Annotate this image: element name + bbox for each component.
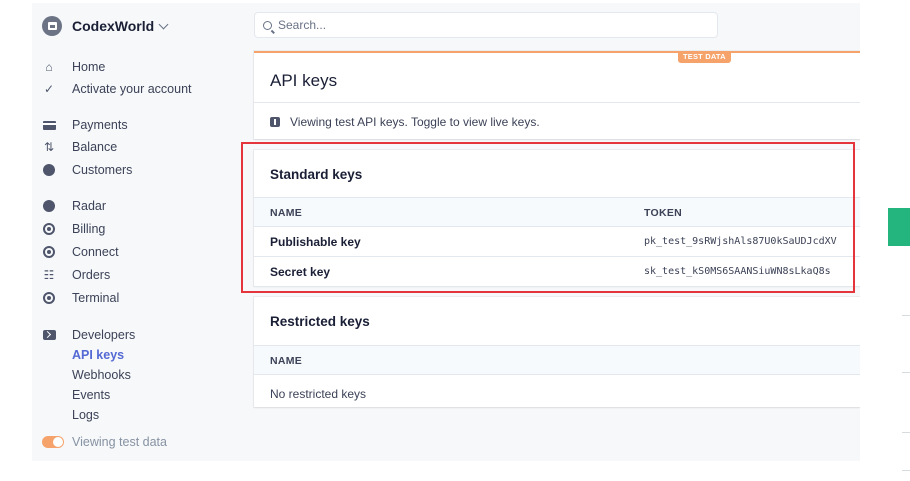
sidebar-item-label: Connect: [72, 245, 119, 259]
developers-terminal-icon: [42, 328, 56, 342]
search-icon: [263, 20, 272, 30]
sidebar-item-billing[interactable]: Billing: [42, 219, 105, 239]
sidebar-item-label: Developers: [72, 328, 136, 342]
key-name: Secret key: [270, 265, 331, 279]
sidebar-item-label: Orders: [72, 268, 111, 282]
payments-icon: [42, 118, 56, 132]
home-icon: ⌂: [45, 60, 53, 74]
empty-state-text: No restricted keys: [270, 387, 367, 401]
account-switcher[interactable]: CodexWorld: [42, 13, 169, 39]
billing-icon: [42, 222, 56, 236]
sidebar-item-home[interactable]: ⌂ Home: [42, 57, 105, 77]
column-header-token: TOKEN: [644, 207, 683, 219]
sidebar-subitem-logs[interactable]: Logs: [72, 406, 99, 424]
dashboard-window: CodexWorld ⌂ Home ✓ Activate your accoun…: [32, 3, 860, 461]
page-title: API keys: [270, 71, 338, 90]
section-title: Standard keys: [270, 167, 363, 182]
test-data-toggle[interactable]: [42, 436, 64, 448]
sidebar-item-label: Activate your account: [72, 82, 192, 96]
side-tab[interactable]: [888, 208, 910, 246]
store-icon: [42, 16, 62, 36]
terminal-icon: [42, 291, 56, 305]
info-icon: [270, 117, 280, 127]
sidebar-subitem-webhooks[interactable]: Webhooks: [72, 366, 131, 384]
test-keys-notice: Viewing test API keys. Toggle to view li…: [270, 115, 540, 129]
sidebar-item-activate[interactable]: ✓ Activate your account: [42, 79, 192, 99]
sidebar-subitem-events[interactable]: Events: [72, 386, 110, 404]
sidebar-item-label: Home: [72, 60, 106, 74]
sidebar-item-label: Balance: [72, 140, 118, 154]
balance-arrows-icon: ⇅: [43, 140, 55, 154]
sidebar-item-balance[interactable]: ⇅ Balance: [42, 137, 117, 157]
divider: [902, 432, 910, 433]
table-header: NAME: [254, 345, 860, 375]
sidebar-item-connect[interactable]: Connect: [42, 242, 119, 262]
key-token[interactable]: pk_test_9sRWjshAls87U0kSaUDJcdXV: [644, 236, 837, 247]
chevron-down-icon: [158, 19, 169, 29]
notice-text: Viewing test API keys. Toggle to view li…: [290, 115, 540, 129]
sidebar-item-developers[interactable]: Developers: [42, 325, 135, 345]
orders-icon: ☷: [43, 268, 55, 282]
sidebar-item-label: Billing: [72, 222, 106, 236]
sidebar-item-terminal[interactable]: Terminal: [42, 288, 119, 308]
connect-icon: [42, 245, 56, 259]
table-row[interactable]: Secret key sk_test_kS0MS6SAANSiuWN8sLkaQ…: [254, 257, 860, 287]
search-input[interactable]: Search...: [254, 12, 718, 38]
sidebar-item-payments[interactable]: Payments: [42, 115, 128, 135]
api-keys-header-panel: TEST DATA API keys Viewing test API keys…: [254, 51, 860, 139]
divider: [902, 470, 910, 471]
sidebar-item-label: Radar: [72, 199, 107, 213]
standard-keys-panel: Standard keys NAME TOKEN Publishable key…: [254, 150, 860, 287]
table-row[interactable]: Publishable key pk_test_9sRWjshAls87U0kS…: [254, 227, 860, 257]
key-name: Publishable key: [270, 235, 361, 249]
divider: [254, 102, 860, 103]
account-name: CodexWorld: [72, 18, 155, 34]
search-placeholder: Search...: [278, 18, 327, 32]
restricted-keys-panel: Restricted keys NAME No restricted keys: [254, 297, 860, 407]
customer-icon: [42, 163, 56, 177]
sidebar-subitem-api-keys[interactable]: API keys: [72, 346, 124, 364]
table-header: NAME TOKEN: [254, 197, 860, 227]
test-data-badge: TEST DATA: [678, 51, 731, 63]
test-data-toggle-label: Viewing test data: [72, 435, 167, 449]
sidebar-item-label: Payments: [72, 118, 128, 132]
sidebar: CodexWorld ⌂ Home ✓ Activate your accoun…: [32, 3, 242, 461]
divider: [902, 315, 910, 316]
column-header-name: NAME: [270, 207, 303, 219]
divider: [902, 372, 910, 373]
test-data-toggle-row[interactable]: Viewing test data: [42, 435, 167, 449]
sidebar-item-orders[interactable]: ☷ Orders: [42, 265, 111, 285]
column-header-name: NAME: [270, 355, 303, 367]
key-token[interactable]: sk_test_kS0MS6SAANSiuWN8sLkaQ8s: [644, 266, 831, 277]
checkmark-icon: ✓: [43, 82, 55, 96]
sidebar-item-customers[interactable]: Customers: [42, 160, 132, 180]
sidebar-item-label: Terminal: [72, 291, 120, 305]
sidebar-item-label: Customers: [72, 163, 133, 177]
sidebar-item-radar[interactable]: Radar: [42, 196, 106, 216]
section-title: Restricted keys: [270, 314, 370, 329]
radar-icon: [42, 199, 56, 213]
